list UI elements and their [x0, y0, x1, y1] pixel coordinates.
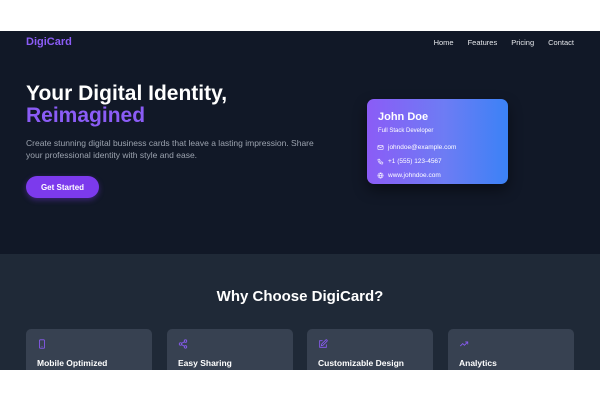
smartphone-icon	[39, 339, 45, 349]
feature-card-analytics[interactable]: Analytics	[448, 329, 574, 370]
feature-card-mobile[interactable]: Mobile Optimized	[26, 329, 152, 370]
hero-title-accent: Reimagined	[26, 104, 146, 127]
page-frame: DigiCard Home Features Pricing Contact Y…	[0, 31, 600, 370]
globe-icon	[377, 172, 384, 179]
mail-icon	[377, 145, 384, 150]
logo[interactable]: DigiCard	[26, 36, 72, 48]
card-email: johndoe@example.com	[388, 144, 457, 151]
top-nav: DigiCard Home Features Pricing Contact	[0, 31, 600, 53]
feature-label: Analytics	[459, 358, 497, 368]
get-started-button[interactable]: Get Started	[26, 176, 99, 198]
feature-label: Customizable Design	[318, 358, 404, 368]
business-card-preview: John Doe Full Stack Developer johndoe@ex…	[367, 99, 508, 184]
card-website-row: www.johndoe.com	[377, 172, 441, 179]
edit-icon	[319, 339, 328, 348]
features-section: Why Choose DigiCard? Mobile Optimized Ea…	[0, 254, 600, 370]
nav-links: Home Features Pricing Contact	[434, 38, 574, 47]
share-icon	[178, 339, 188, 349]
card-role: Full Stack Developer	[378, 128, 434, 134]
nav-link-pricing[interactable]: Pricing	[511, 38, 534, 47]
nav-link-features[interactable]: Features	[468, 38, 498, 47]
nav-link-contact[interactable]: Contact	[548, 38, 574, 47]
feature-label: Easy Sharing	[178, 358, 232, 368]
features-title: Why Choose DigiCard?	[216, 288, 384, 305]
nav-link-home[interactable]: Home	[434, 38, 454, 47]
trending-up-icon	[459, 341, 469, 347]
feature-card-customizable[interactable]: Customizable Design	[307, 329, 433, 370]
feature-card-sharing[interactable]: Easy Sharing	[167, 329, 293, 370]
card-name: John Doe	[378, 111, 429, 123]
hero-title-line1: Your Digital Identity,	[26, 82, 228, 105]
card-website: www.johndoe.com	[388, 172, 441, 179]
card-email-row: johndoe@example.com	[377, 144, 456, 151]
card-phone: +1 (555) 123-4567	[388, 158, 442, 165]
hero-title: Your Digital Identity, Reimagined	[26, 83, 227, 127]
hero-description: Create stunning digital business cards t…	[26, 138, 314, 160]
phone-icon	[377, 158, 384, 165]
feature-label: Mobile Optimized	[37, 358, 108, 368]
card-phone-row: +1 (555) 123-4567	[377, 158, 442, 165]
